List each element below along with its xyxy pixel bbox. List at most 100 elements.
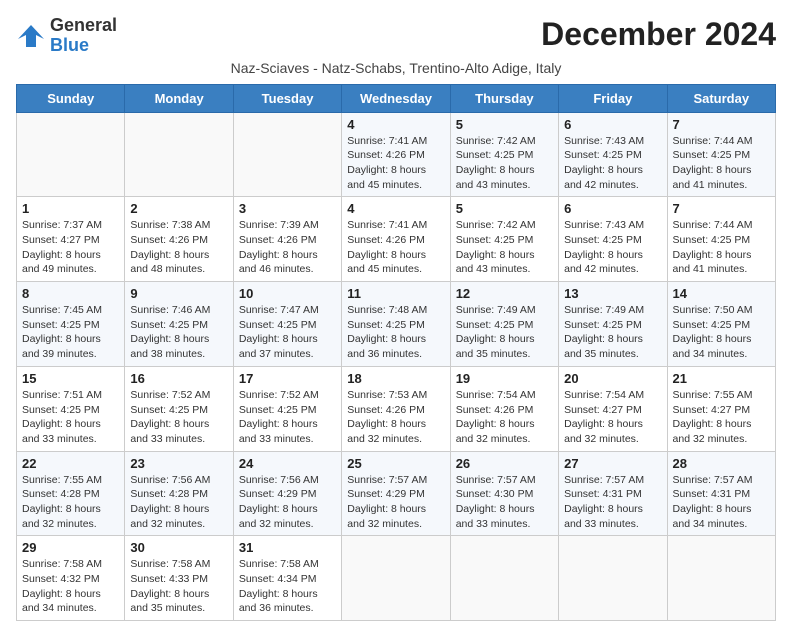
table-row xyxy=(233,112,341,197)
day-detail: Sunrise: 7:45 AMSunset: 4:25 PMDaylight:… xyxy=(22,304,102,360)
table-row: 6 Sunrise: 7:43 AMSunset: 4:25 PMDayligh… xyxy=(559,197,667,282)
day-detail: Sunrise: 7:47 AMSunset: 4:25 PMDaylight:… xyxy=(239,304,319,360)
month-title: December 2024 xyxy=(541,16,776,53)
day-number: 7 xyxy=(673,117,770,132)
col-saturday: Saturday xyxy=(667,84,775,112)
table-row: 16 Sunrise: 7:52 AMSunset: 4:25 PMDaylig… xyxy=(125,366,233,451)
day-number: 10 xyxy=(239,286,336,301)
table-row: 14 Sunrise: 7:50 AMSunset: 4:25 PMDaylig… xyxy=(667,282,775,367)
calendar-row: 29 Sunrise: 7:58 AMSunset: 4:32 PMDaylig… xyxy=(17,536,776,621)
day-detail: Sunrise: 7:57 AMSunset: 4:30 PMDaylight:… xyxy=(456,474,536,530)
day-detail: Sunrise: 7:58 AMSunset: 4:33 PMDaylight:… xyxy=(130,558,210,614)
title-block: December 2024 xyxy=(541,16,776,53)
day-number: 7 xyxy=(673,201,770,216)
day-detail: Sunrise: 7:54 AMSunset: 4:26 PMDaylight:… xyxy=(456,389,536,445)
day-number: 12 xyxy=(456,286,553,301)
day-detail: Sunrise: 7:41 AMSunset: 4:26 PMDaylight:… xyxy=(347,135,427,191)
day-detail: Sunrise: 7:44 AMSunset: 4:25 PMDaylight:… xyxy=(673,219,753,275)
day-detail: Sunrise: 7:54 AMSunset: 4:27 PMDaylight:… xyxy=(564,389,644,445)
day-number: 13 xyxy=(564,286,661,301)
table-row xyxy=(667,536,775,621)
table-row: 20 Sunrise: 7:54 AMSunset: 4:27 PMDaylig… xyxy=(559,366,667,451)
day-number: 26 xyxy=(456,456,553,471)
table-row: 7 Sunrise: 7:44 AMSunset: 4:25 PMDayligh… xyxy=(667,112,775,197)
day-detail: Sunrise: 7:51 AMSunset: 4:25 PMDaylight:… xyxy=(22,389,102,445)
table-row: 24 Sunrise: 7:56 AMSunset: 4:29 PMDaylig… xyxy=(233,451,341,536)
table-row: 4 Sunrise: 7:41 AMSunset: 4:26 PMDayligh… xyxy=(342,197,450,282)
day-number: 23 xyxy=(130,456,227,471)
day-detail: Sunrise: 7:49 AMSunset: 4:25 PMDaylight:… xyxy=(564,304,644,360)
table-row: 15 Sunrise: 7:51 AMSunset: 4:25 PMDaylig… xyxy=(17,366,125,451)
table-row: 11 Sunrise: 7:48 AMSunset: 4:25 PMDaylig… xyxy=(342,282,450,367)
day-number: 16 xyxy=(130,371,227,386)
day-number: 27 xyxy=(564,456,661,471)
table-row: 29 Sunrise: 7:58 AMSunset: 4:32 PMDaylig… xyxy=(17,536,125,621)
day-number: 22 xyxy=(22,456,119,471)
day-number: 6 xyxy=(564,117,661,132)
table-row: 2 Sunrise: 7:38 AMSunset: 4:26 PMDayligh… xyxy=(125,197,233,282)
day-detail: Sunrise: 7:43 AMSunset: 4:25 PMDaylight:… xyxy=(564,219,644,275)
calendar-header-row: Sunday Monday Tuesday Wednesday Thursday… xyxy=(17,84,776,112)
day-number: 21 xyxy=(673,371,770,386)
day-detail: Sunrise: 7:37 AMSunset: 4:27 PMDaylight:… xyxy=(22,219,102,275)
day-detail: Sunrise: 7:39 AMSunset: 4:26 PMDaylight:… xyxy=(239,219,319,275)
day-number: 31 xyxy=(239,540,336,555)
table-row xyxy=(17,112,125,197)
day-detail: Sunrise: 7:58 AMSunset: 4:32 PMDaylight:… xyxy=(22,558,102,614)
table-row: 5 Sunrise: 7:42 AMSunset: 4:25 PMDayligh… xyxy=(450,112,558,197)
calendar-row: 15 Sunrise: 7:51 AMSunset: 4:25 PMDaylig… xyxy=(17,366,776,451)
day-number: 3 xyxy=(239,201,336,216)
day-detail: Sunrise: 7:55 AMSunset: 4:27 PMDaylight:… xyxy=(673,389,753,445)
day-number: 18 xyxy=(347,371,444,386)
day-number: 4 xyxy=(347,117,444,132)
day-detail: Sunrise: 7:42 AMSunset: 4:25 PMDaylight:… xyxy=(456,219,536,275)
subtitle: Naz-Sciaves - Natz-Schabs, Trentino-Alto… xyxy=(16,60,776,76)
day-number: 11 xyxy=(347,286,444,301)
day-number: 19 xyxy=(456,371,553,386)
table-row: 27 Sunrise: 7:57 AMSunset: 4:31 PMDaylig… xyxy=(559,451,667,536)
day-detail: Sunrise: 7:58 AMSunset: 4:34 PMDaylight:… xyxy=(239,558,319,614)
col-tuesday: Tuesday xyxy=(233,84,341,112)
table-row: 23 Sunrise: 7:56 AMSunset: 4:28 PMDaylig… xyxy=(125,451,233,536)
day-number: 28 xyxy=(673,456,770,471)
calendar-row: 8 Sunrise: 7:45 AMSunset: 4:25 PMDayligh… xyxy=(17,282,776,367)
table-row: 4 Sunrise: 7:41 AMSunset: 4:26 PMDayligh… xyxy=(342,112,450,197)
table-row: 26 Sunrise: 7:57 AMSunset: 4:30 PMDaylig… xyxy=(450,451,558,536)
table-row: 17 Sunrise: 7:52 AMSunset: 4:25 PMDaylig… xyxy=(233,366,341,451)
day-detail: Sunrise: 7:57 AMSunset: 4:31 PMDaylight:… xyxy=(673,474,753,530)
day-number: 17 xyxy=(239,371,336,386)
day-number: 4 xyxy=(347,201,444,216)
col-sunday: Sunday xyxy=(17,84,125,112)
day-detail: Sunrise: 7:41 AMSunset: 4:26 PMDaylight:… xyxy=(347,219,427,275)
table-row: 30 Sunrise: 7:58 AMSunset: 4:33 PMDaylig… xyxy=(125,536,233,621)
table-row xyxy=(450,536,558,621)
day-detail: Sunrise: 7:42 AMSunset: 4:25 PMDaylight:… xyxy=(456,135,536,191)
table-row: 19 Sunrise: 7:54 AMSunset: 4:26 PMDaylig… xyxy=(450,366,558,451)
table-row: 31 Sunrise: 7:58 AMSunset: 4:34 PMDaylig… xyxy=(233,536,341,621)
day-number: 14 xyxy=(673,286,770,301)
day-number: 9 xyxy=(130,286,227,301)
calendar-row: 1 Sunrise: 7:37 AMSunset: 4:27 PMDayligh… xyxy=(17,197,776,282)
table-row: 12 Sunrise: 7:49 AMSunset: 4:25 PMDaylig… xyxy=(450,282,558,367)
calendar-table: Sunday Monday Tuesday Wednesday Thursday… xyxy=(16,84,776,622)
table-row: 18 Sunrise: 7:53 AMSunset: 4:26 PMDaylig… xyxy=(342,366,450,451)
day-detail: Sunrise: 7:50 AMSunset: 4:25 PMDaylight:… xyxy=(673,304,753,360)
day-detail: Sunrise: 7:48 AMSunset: 4:25 PMDaylight:… xyxy=(347,304,427,360)
day-number: 8 xyxy=(22,286,119,301)
table-row: 7 Sunrise: 7:44 AMSunset: 4:25 PMDayligh… xyxy=(667,197,775,282)
logo-icon xyxy=(16,21,46,51)
page-header: General Blue December 2024 xyxy=(16,16,776,56)
table-row: 3 Sunrise: 7:39 AMSunset: 4:26 PMDayligh… xyxy=(233,197,341,282)
table-row xyxy=(559,536,667,621)
day-number: 30 xyxy=(130,540,227,555)
col-friday: Friday xyxy=(559,84,667,112)
calendar-row: 4 Sunrise: 7:41 AMSunset: 4:26 PMDayligh… xyxy=(17,112,776,197)
logo-text: General Blue xyxy=(50,16,117,56)
day-number: 29 xyxy=(22,540,119,555)
table-row: 6 Sunrise: 7:43 AMSunset: 4:25 PMDayligh… xyxy=(559,112,667,197)
day-number: 5 xyxy=(456,201,553,216)
day-detail: Sunrise: 7:52 AMSunset: 4:25 PMDaylight:… xyxy=(239,389,319,445)
day-detail: Sunrise: 7:56 AMSunset: 4:29 PMDaylight:… xyxy=(239,474,319,530)
day-number: 1 xyxy=(22,201,119,216)
day-number: 15 xyxy=(22,371,119,386)
